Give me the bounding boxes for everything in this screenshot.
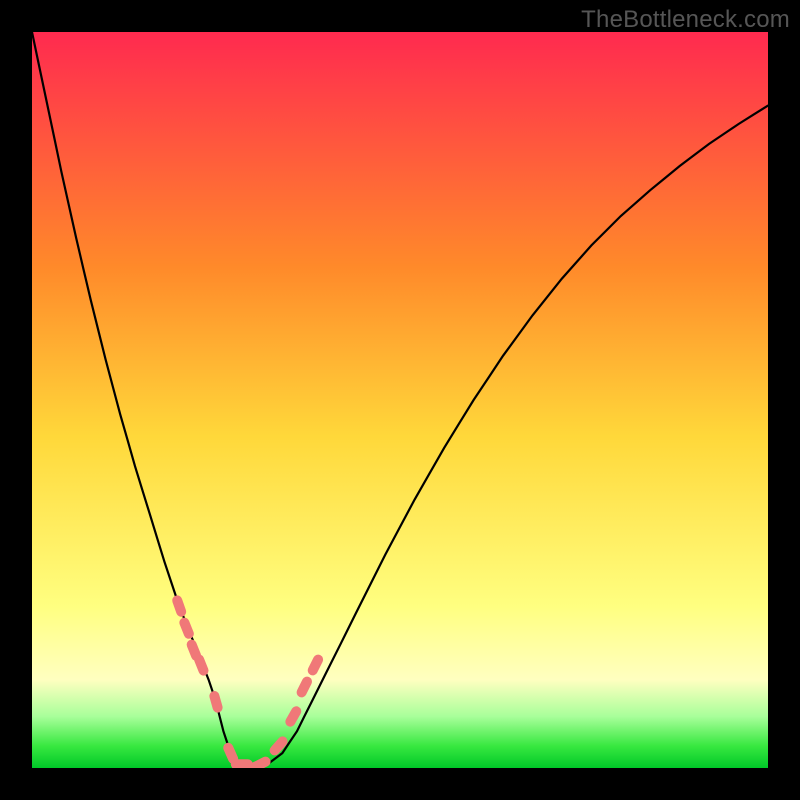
marker <box>178 616 195 640</box>
curve-layer <box>32 32 768 768</box>
sample-markers <box>171 594 325 768</box>
bottleneck-curve <box>32 32 768 768</box>
plot-area <box>32 32 768 768</box>
marker <box>208 690 224 714</box>
watermark-text: TheBottleneck.com <box>581 6 790 34</box>
marker <box>295 675 314 699</box>
marker <box>171 594 188 618</box>
marker <box>193 653 210 677</box>
chart-frame: TheBottleneck.com <box>0 0 800 800</box>
marker <box>306 653 325 677</box>
